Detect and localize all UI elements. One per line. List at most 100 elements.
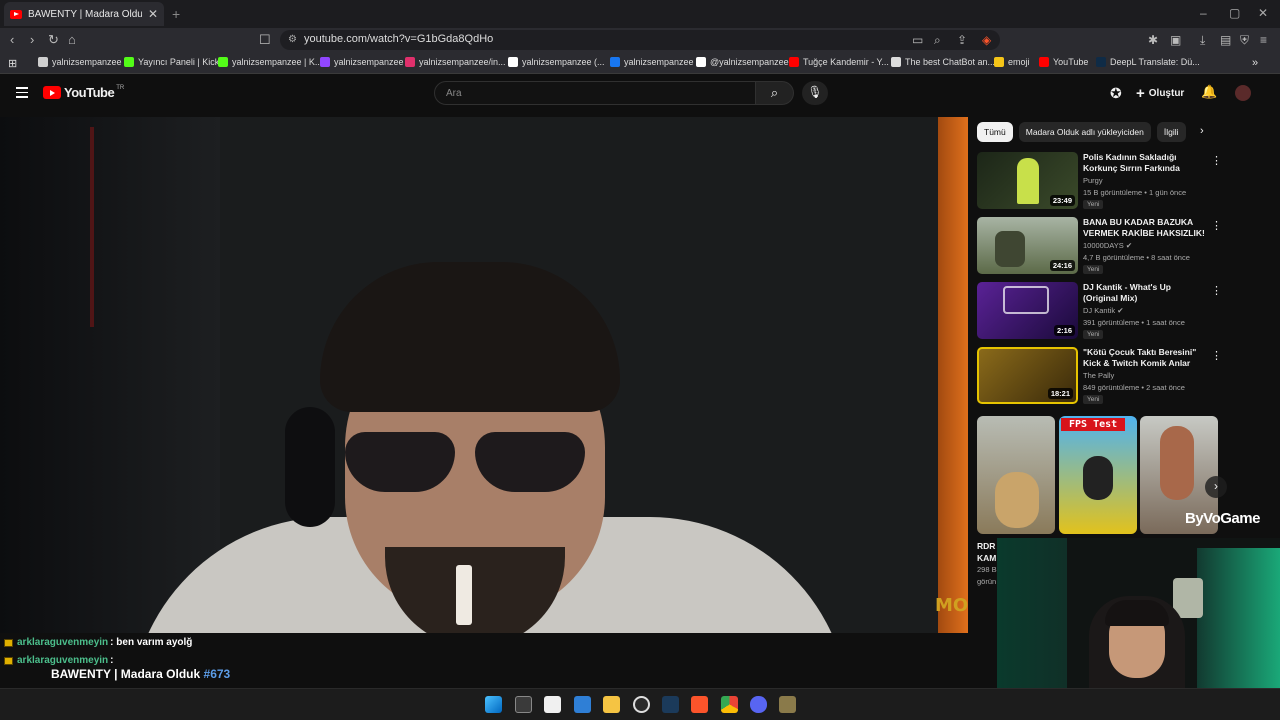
create-button[interactable]: + Oluştur — [1136, 85, 1184, 102]
partial-recommendation[interactable]: RDR KAM 298 B görün — [977, 540, 997, 588]
bookmark-page-icon[interactable]: ☐ — [259, 32, 271, 48]
bookmark-item[interactable]: Yayıncı Paneli | Kick — [124, 57, 219, 67]
more-options-icon[interactable]: ⋮ — [1211, 219, 1222, 232]
thumbnail-graphic — [1003, 286, 1049, 314]
video-title[interactable]: DJ Kantik - What's Up (Original Mix) — [1083, 282, 1207, 304]
downloads-icon[interactable]: ⤓ — [1200, 33, 1205, 48]
video-title[interactable]: BANA BU KADAR BAZUKA VERMEK RAKİBE HAKSI… — [1083, 217, 1207, 239]
bookmark-item[interactable]: yalnizsempanzee — [38, 57, 122, 67]
video-thumbnail[interactable]: 18:21 — [977, 347, 1078, 404]
search-button[interactable]: ⌕ — [756, 81, 794, 105]
recommendation-item[interactable]: 24:16 BANA BU KADAR BAZUKA VERMEK RAKİBE… — [977, 217, 1222, 275]
task-view-icon[interactable] — [515, 696, 532, 713]
short-thumbnail[interactable]: FPS Test — [1059, 416, 1137, 534]
chip-all[interactable]: Tümü — [977, 122, 1013, 142]
more-options-icon[interactable]: ⋮ — [1211, 284, 1222, 297]
home-icon[interactable]: ⌂ — [68, 32, 76, 47]
zoom-icon[interactable]: ⌕ — [934, 33, 941, 48]
browser-tab[interactable]: BAWENTY | Madara Olduk #673 ✕ — [4, 2, 164, 26]
bookmark-item[interactable]: YouTube — [1039, 57, 1088, 67]
obs-studio-icon[interactable] — [633, 696, 650, 713]
upload-age: 8 saat önce — [1151, 253, 1190, 262]
site-info-icon[interactable]: ⚙ — [288, 34, 297, 45]
menu-icon[interactable]: ≡ — [1260, 33, 1267, 47]
apps-grid-icon[interactable]: ⊞ — [8, 57, 17, 70]
chip-related[interactable]: İlgili — [1156, 122, 1186, 142]
video-thumbnail[interactable]: 2:16 — [977, 282, 1078, 339]
streamer-hair — [320, 262, 620, 412]
bookmark-item[interactable]: DeepL Translate: Dü... — [1096, 57, 1200, 67]
more-bookmarks-icon[interactable]: » — [1252, 57, 1258, 69]
bookmark-item[interactable]: emoji — [994, 57, 1030, 67]
chevron-right-icon[interactable]: › — [1200, 125, 1204, 137]
bookmark-item[interactable]: @yalnizsempanzee — [696, 57, 789, 67]
chat-badge-icon — [4, 638, 13, 647]
chevron-right-icon[interactable]: › — [1205, 476, 1227, 498]
share-icon[interactable]: ⇪ — [957, 33, 967, 47]
cast-icon[interactable]: ✪ — [1110, 85, 1122, 102]
reload-icon[interactable]: ↻ — [48, 32, 59, 48]
more-options-icon[interactable]: ⋮ — [1211, 349, 1222, 362]
hamburger-menu-icon[interactable] — [16, 87, 28, 101]
video-title[interactable]: Polis Kadının Sakladığı Korkunç Sırrın F… — [1083, 152, 1207, 174]
bookmark-item[interactable]: yalnizsempanzee/in... — [405, 57, 506, 67]
recommendation-item[interactable]: 23:49 Polis Kadının Sakladığı Korkunç Sı… — [977, 152, 1222, 210]
search-input[interactable]: Ara — [434, 81, 756, 105]
bookmark-item[interactable]: yalnizsempanzee | K... — [218, 57, 322, 67]
start-menu-icon[interactable] — [485, 696, 502, 713]
youtube-icon — [789, 57, 799, 67]
video-thumbnail[interactable]: 24:16 — [977, 217, 1078, 274]
vpn-icon[interactable]: ⛨ — [1240, 33, 1249, 48]
channel-name[interactable]: The Pally — [1083, 371, 1114, 380]
verified-icon: ✔ — [1117, 306, 1124, 315]
brave-browser-icon[interactable] — [691, 696, 708, 713]
channel-name[interactable]: DJ Kantik ✔ — [1083, 306, 1124, 315]
discord-icon[interactable] — [750, 696, 767, 713]
brave-shields-icon[interactable]: ◈ — [982, 33, 991, 47]
taskbar — [0, 688, 1280, 720]
sunglasses-left-lens — [345, 432, 455, 492]
bookmark-item[interactable]: yalnizsempanzee — [610, 57, 694, 67]
notifications-bell-icon[interactable]: 🔔 — [1201, 84, 1217, 100]
short-thumbnail[interactable] — [977, 416, 1055, 534]
minimize-window-icon[interactable]: – — [1200, 6, 1207, 20]
webcam-streamer-hair — [1105, 600, 1169, 626]
bookmark-label: emoji — [1008, 57, 1030, 67]
new-badge: Yeni — [1083, 395, 1104, 404]
close-tab-icon[interactable]: ✕ — [148, 7, 158, 21]
new-tab-button[interactable]: + — [172, 6, 180, 22]
close-window-icon[interactable]: ✕ — [1258, 6, 1268, 20]
photos-icon[interactable] — [574, 696, 591, 713]
steam-icon[interactable] — [662, 696, 679, 713]
bookmark-item[interactable]: yalnizsempanzee — [320, 57, 404, 67]
voice-search-button[interactable]: 🎙 — [802, 81, 828, 105]
file-explorer-icon[interactable] — [603, 696, 620, 713]
bookmark-item[interactable]: Tuğçe Kandemir - Y... — [789, 57, 889, 67]
channel-name[interactable]: 10000DAYS ✔ — [1083, 241, 1132, 250]
recommendation-item[interactable]: 18:21 "Kötü Çocuk Taktı Beresini" Kick &… — [977, 347, 1222, 405]
more-options-icon[interactable]: ⋮ — [1211, 154, 1222, 167]
cast-tab-icon[interactable]: ▭ — [912, 33, 923, 47]
media-player-icon[interactable] — [779, 696, 796, 713]
video-thumbnail[interactable]: 23:49 — [977, 152, 1078, 209]
chip-from-uploader[interactable]: Madara Olduk adlı yükleyiciden — [1018, 122, 1151, 142]
recommendation-item[interactable]: 2:16 DJ Kantik - What's Up (Original Mix… — [977, 282, 1222, 340]
bookmark-item[interactable]: yalnizsempanzee (... — [508, 57, 605, 67]
address-bar[interactable]: ⚙ youtube.com/watch?v=G1bGda8QdHo — [280, 30, 1000, 50]
back-icon[interactable]: ‹ — [10, 32, 14, 47]
sidebar-toggle-icon[interactable]: ▣ — [1170, 33, 1181, 47]
channel-name[interactable]: Purgy — [1083, 176, 1103, 185]
forward-icon[interactable]: › — [30, 32, 34, 47]
bookmark-item[interactable]: The best ChatBot an... — [891, 57, 995, 67]
wallet-icon[interactable]: ▤ — [1220, 33, 1231, 47]
video-background-light — [90, 127, 94, 327]
youtube-logo[interactable]: YouTube TR — [43, 85, 124, 100]
avatar[interactable] — [1235, 85, 1251, 101]
video-title[interactable]: "Kötü Çocuk Taktı Beresini" Kick & Twitc… — [1083, 347, 1207, 369]
extensions-icon[interactable]: ✱ — [1148, 33, 1158, 47]
chrome-icon[interactable] — [721, 696, 738, 713]
streamer-beard — [385, 547, 565, 633]
restore-window-icon[interactable]: ▢ — [1229, 6, 1240, 20]
video-player[interactable]: MO — [0, 117, 968, 633]
snipping-tool-icon[interactable] — [544, 696, 561, 713]
